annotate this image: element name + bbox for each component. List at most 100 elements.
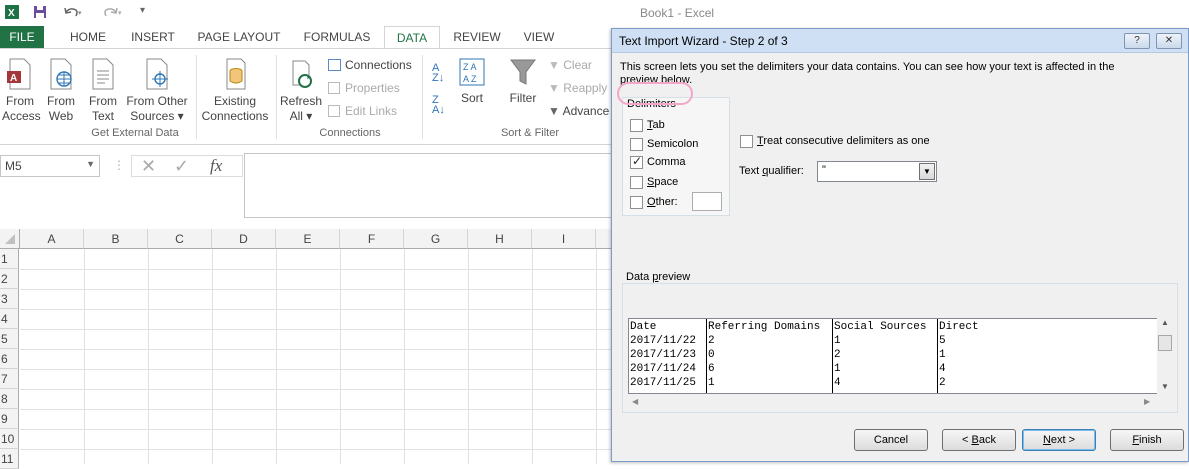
other-checkbox[interactable] <box>630 196 643 209</box>
properties-button[interactable]: Properties <box>328 81 400 95</box>
row-header[interactable]: 1 <box>0 249 19 269</box>
column-header[interactable]: E <box>276 229 340 249</box>
row-header[interactable]: 9 <box>0 409 19 429</box>
from-access-button[interactable]: A From Access <box>2 57 41 124</box>
row-header[interactable]: 10 <box>0 429 19 449</box>
column-header[interactable]: I <box>532 229 596 249</box>
column-header[interactable]: C <box>148 229 212 249</box>
reapply-button[interactable]: ▼ Reapply <box>548 81 607 95</box>
cancel-entry-icon[interactable]: ✕ <box>141 156 156 177</box>
text-qualifier-select[interactable]: " ▼ <box>817 161 937 182</box>
tab-page-layout[interactable]: PAGE LAYOUT <box>192 26 286 48</box>
tab-file[interactable]: FILE <box>0 26 44 48</box>
cancel-button[interactable]: Cancel <box>854 429 928 451</box>
row-header[interactable]: 5 <box>0 329 19 349</box>
connections-label: Connections <box>345 58 412 72</box>
treat-consecutive-label: Treat consecutive delimiters as one <box>757 135 930 147</box>
customize-qat-icon[interactable]: ▾ <box>140 5 145 16</box>
sort-a-to-z-icon[interactable]: A Z↓ <box>432 63 444 84</box>
data-preview-area[interactable]: Date Referring Domains Social Sources Di… <box>628 318 1169 394</box>
row-header[interactable]: 11 <box>0 449 19 469</box>
column-header[interactable]: F <box>340 229 404 249</box>
refresh-all-button[interactable]: Refresh All ▾ <box>280 57 322 124</box>
sort-z-to-a-icon[interactable]: Z A↓ <box>432 95 445 116</box>
comma-checkbox[interactable]: ✓ <box>630 154 643 169</box>
from-access-label-1: From <box>6 94 34 108</box>
scroll-down-icon[interactable]: ▼ <box>1161 382 1169 391</box>
insert-function-icon[interactable]: fx <box>210 156 222 176</box>
other-delimiter-input[interactable] <box>692 192 722 211</box>
tab-home[interactable]: HOME <box>62 26 114 48</box>
preview-cell: 6 <box>708 363 715 375</box>
edit-links-button[interactable]: Edit Links <box>328 104 397 118</box>
space-label: Space <box>647 176 679 188</box>
tab-checkbox[interactable] <box>630 119 643 132</box>
preview-horizontal-scrollbar[interactable]: ◀ ▶ <box>628 394 1158 411</box>
scroll-up-icon[interactable]: ▲ <box>1161 318 1169 327</box>
grid-line <box>20 409 612 410</box>
next-button[interactable]: Next > <box>1022 429 1096 451</box>
svg-text:Z A: Z A <box>463 62 477 72</box>
formula-input[interactable] <box>244 153 614 218</box>
existing-connections-button[interactable]: Existing Connections <box>199 57 271 124</box>
properties-icon <box>328 82 340 94</box>
undo-icon[interactable]: ▾ <box>62 4 84 20</box>
from-text-button[interactable]: From Text <box>86 57 120 124</box>
row-header[interactable]: 2 <box>0 269 19 289</box>
select-all-corner[interactable] <box>0 229 20 249</box>
grid-line <box>20 429 612 430</box>
column-header[interactable]: D <box>212 229 276 249</box>
scroll-right-icon[interactable]: ▶ <box>1144 397 1150 406</box>
select-all-triangle-icon <box>5 234 15 244</box>
grid-line <box>340 249 341 464</box>
ribbon-separator <box>196 55 197 139</box>
back-button[interactable]: < Back <box>942 429 1016 451</box>
checkmark-icon: ✓ <box>632 154 643 168</box>
preview-cell: 4 <box>834 377 841 389</box>
column-header[interactable]: G <box>404 229 468 249</box>
tab-view[interactable]: VIEW <box>514 26 564 48</box>
from-web-button[interactable]: From Web <box>44 57 78 124</box>
clear-label: Clear <box>563 58 592 72</box>
confirm-entry-icon[interactable]: ✓ <box>174 156 189 177</box>
preview-cell: 1 <box>939 349 946 361</box>
name-box[interactable]: M5 ▼ <box>0 155 100 177</box>
row-header[interactable]: 7 <box>0 369 19 389</box>
scroll-left-icon[interactable]: ◀ <box>632 397 638 406</box>
chevron-down-icon[interactable]: ▼ <box>86 159 95 169</box>
filter-button[interactable]: Filter <box>506 57 540 106</box>
help-button[interactable]: ? <box>1124 33 1150 49</box>
close-button[interactable]: ✕ <box>1156 33 1182 49</box>
save-icon[interactable] <box>32 4 48 20</box>
tab-formulas[interactable]: FORMULAS <box>298 26 376 48</box>
treat-consecutive-checkbox[interactable] <box>740 135 753 148</box>
column-header[interactable]: A <box>20 229 84 249</box>
row-header[interactable]: 4 <box>0 309 19 329</box>
preview-cell: 1 <box>834 363 841 375</box>
column-header[interactable]: B <box>84 229 148 249</box>
scroll-thumb[interactable] <box>1158 335 1172 351</box>
row-header[interactable]: 8 <box>0 389 19 409</box>
advanced-button[interactable]: ▼ Advance <box>548 104 609 118</box>
tab-review[interactable]: REVIEW <box>448 26 506 48</box>
preview-cell: 2 <box>708 335 715 347</box>
preview-vertical-scrollbar[interactable]: ▲ ▼ <box>1157 318 1174 394</box>
connections-button[interactable]: Connections <box>328 58 412 72</box>
row-header[interactable]: 6 <box>0 349 19 369</box>
chevron-down-icon[interactable]: ▼ <box>919 163 935 180</box>
row-header[interactable]: 3 <box>0 289 19 309</box>
column-header[interactable]: H <box>468 229 532 249</box>
sort-button[interactable]: Z A A Z Sort <box>454 57 490 106</box>
clear-button[interactable]: ▼ Clear <box>548 58 592 72</box>
tab-data[interactable]: DATA <box>384 26 440 48</box>
finish-button[interactable]: Finish <box>1110 429 1184 451</box>
svg-text:X: X <box>8 8 15 19</box>
semicolon-checkbox[interactable] <box>630 138 643 151</box>
data-preview-label: Data preview <box>626 271 691 283</box>
from-other-sources-button[interactable]: From Other Sources ▾ <box>124 57 190 124</box>
grid-line <box>84 249 85 464</box>
space-checkbox[interactable] <box>630 176 643 189</box>
sort-label: Sort <box>460 91 483 105</box>
redo-icon[interactable]: ▾ <box>102 4 124 20</box>
tab-insert[interactable]: INSERT <box>124 26 182 48</box>
